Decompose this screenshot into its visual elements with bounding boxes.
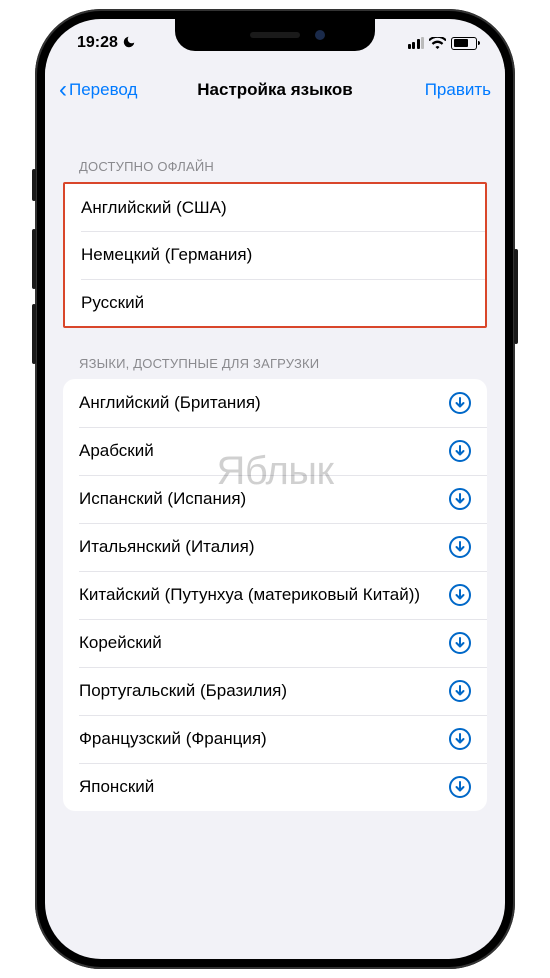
list-item[interactable]: Китайский (Путунхуа (материковый Китай)) xyxy=(63,571,487,619)
section-header-offline: ДОСТУПНО ОФЛАЙН xyxy=(63,113,487,182)
wifi-icon xyxy=(429,37,446,50)
battery-icon xyxy=(451,37,477,50)
language-label: Корейский xyxy=(79,632,162,653)
cellular-icon xyxy=(408,37,425,49)
back-label: Перевод xyxy=(69,80,137,100)
download-icon[interactable] xyxy=(449,536,471,558)
notch xyxy=(175,19,375,51)
download-icon[interactable] xyxy=(449,392,471,414)
download-icon[interactable] xyxy=(449,728,471,750)
language-label: Французский (Франция) xyxy=(79,728,267,749)
download-icon[interactable] xyxy=(449,776,471,798)
list-item[interactable]: Корейский xyxy=(63,619,487,667)
list-item[interactable]: Португальский (Бразилия) xyxy=(63,667,487,715)
offline-languages-list: Английский (США) Немецкий (Германия) Рус… xyxy=(63,182,487,328)
language-label: Китайский (Путунхуа (материковый Китай)) xyxy=(79,584,420,605)
language-label: Немецкий (Германия) xyxy=(81,244,252,265)
speaker xyxy=(250,32,300,38)
list-item[interactable]: Арабский xyxy=(63,427,487,475)
language-label: Японский xyxy=(79,776,154,797)
download-icon[interactable] xyxy=(449,680,471,702)
language-label: Итальянский (Италия) xyxy=(79,536,255,557)
language-label: Португальский (Бразилия) xyxy=(79,680,287,701)
language-label: Английский (США) xyxy=(81,197,227,218)
language-label: Русский xyxy=(81,292,144,313)
list-item[interactable]: Испанский (Испания) xyxy=(63,475,487,523)
volume-up xyxy=(32,229,36,289)
downloadable-languages-list: Английский (Британия) Арабский Испанский… xyxy=(63,379,487,811)
status-time: 19:28 xyxy=(77,34,118,52)
list-item[interactable]: Японский xyxy=(63,763,487,811)
chevron-left-icon: ‹ xyxy=(59,78,67,102)
language-label: Испанский (Испания) xyxy=(79,488,246,509)
nav-bar: ‹ Перевод Настройка языков Править xyxy=(45,67,505,113)
list-item[interactable]: Немецкий (Германия) xyxy=(65,231,485,278)
download-icon[interactable] xyxy=(449,584,471,606)
edit-button[interactable]: Править xyxy=(425,80,491,100)
screen: 19:28 ‹ Перевод xyxy=(45,19,505,959)
back-button[interactable]: ‹ Перевод xyxy=(59,78,137,102)
phone-frame: 19:28 ‹ Перевод xyxy=(35,9,515,969)
download-icon[interactable] xyxy=(449,488,471,510)
language-label: Арабский xyxy=(79,440,154,461)
volume-down xyxy=(32,304,36,364)
content: ДОСТУПНО ОФЛАЙН Английский (США) Немецки… xyxy=(45,113,505,959)
language-label: Английский (Британия) xyxy=(79,392,261,413)
power-button xyxy=(514,249,518,344)
list-item[interactable]: Французский (Франция) xyxy=(63,715,487,763)
list-item[interactable]: Английский (США) xyxy=(65,184,485,231)
list-item[interactable]: Итальянский (Италия) xyxy=(63,523,487,571)
section-header-downloadable: ЯЗЫКИ, ДОСТУПНЫЕ ДЛЯ ЗАГРУЗКИ xyxy=(63,328,487,379)
dnd-icon xyxy=(122,35,136,52)
front-camera xyxy=(315,30,325,40)
list-item[interactable]: Русский xyxy=(65,279,485,326)
silent-switch xyxy=(32,169,36,201)
download-icon[interactable] xyxy=(449,440,471,462)
download-icon[interactable] xyxy=(449,632,471,654)
list-item[interactable]: Английский (Британия) xyxy=(63,379,487,427)
